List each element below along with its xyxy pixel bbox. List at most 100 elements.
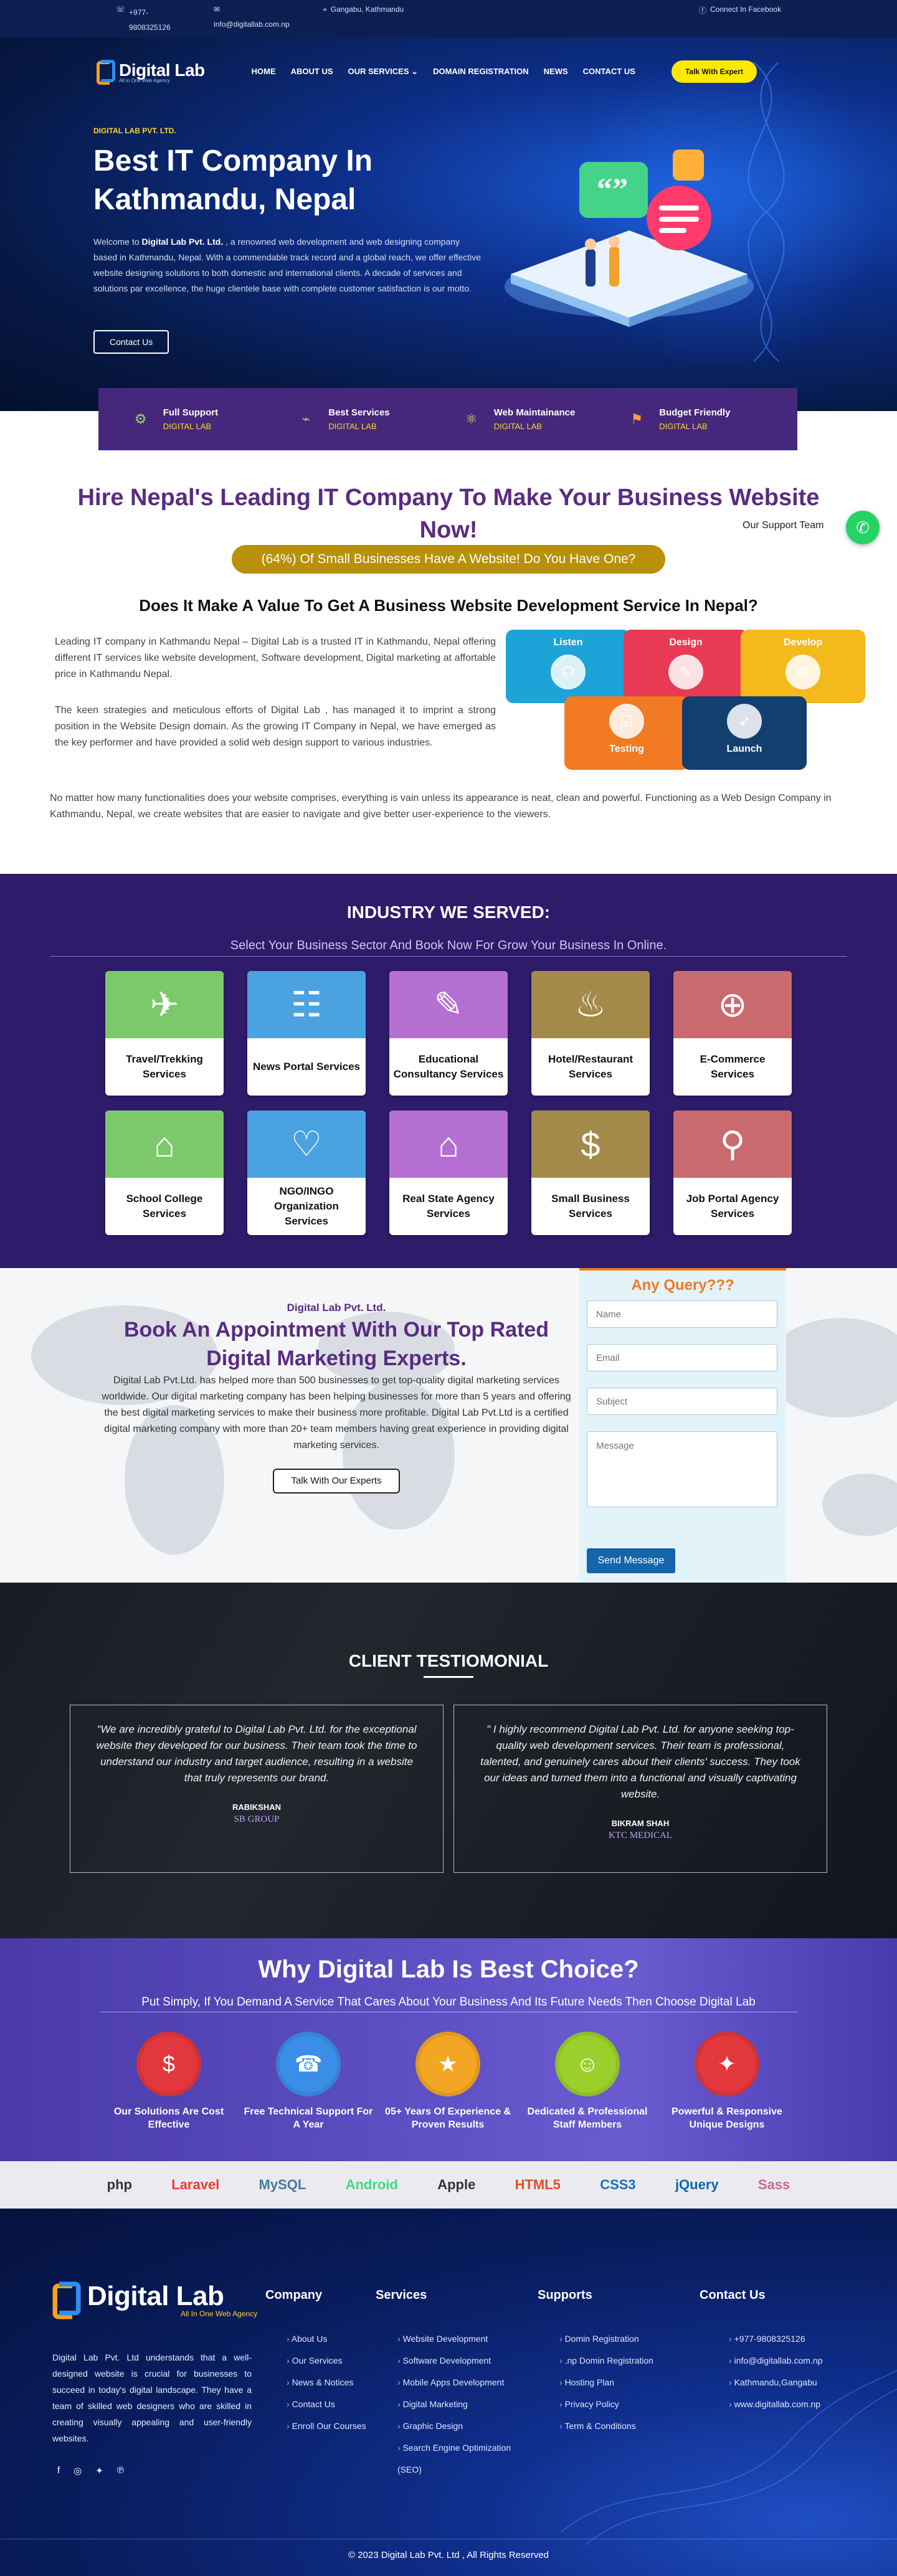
pinterest-icon[interactable]: ℗: [117, 2465, 124, 2476]
mysql-logo: MySQL: [259, 2177, 306, 2192]
footer-logo[interactable]: Digital Lab All In One Web Agency: [52, 2281, 257, 2319]
industry-card[interactable]: ⚲ Job Portal Agency Services: [673, 1110, 792, 1235]
nav-home[interactable]: HOME: [252, 67, 276, 77]
whatsapp-icon[interactable]: ✆: [846, 511, 880, 544]
footer-service-link[interactable]: Website Development: [397, 2328, 528, 2350]
footer-support-link[interactable]: Privacy Policy: [559, 2394, 696, 2415]
footer-company-link[interactable]: Our Services: [287, 2350, 368, 2372]
nav-menu: HOME ABOUT US OUR SERVICES ⌄ DOMAIN REGI…: [252, 67, 635, 77]
footer-service-link[interactable]: Digital Marketing: [397, 2394, 528, 2415]
industry-card[interactable]: ✈ Travel/Trekking Services: [105, 971, 224, 1096]
process-label: Design: [669, 637, 703, 648]
footer-contact-item[interactable]: +977-9808325126: [729, 2328, 866, 2350]
industry-card-label: Small Business Services: [551, 1193, 630, 1219]
nav-news[interactable]: NEWS: [544, 67, 568, 77]
instagram-icon[interactable]: ◎: [74, 2465, 82, 2476]
nav-services-label: OUR SERVICES: [348, 67, 409, 76]
footer-service-link[interactable]: Software Development: [397, 2350, 528, 2372]
process-design: Design ✎: [624, 630, 748, 703]
logo-text: Digital Lab: [119, 60, 205, 80]
nav-domain[interactable]: DOMAIN REGISTRATION: [433, 67, 529, 77]
send-message-button[interactable]: Send Message: [587, 1548, 675, 1573]
person-1: [586, 249, 596, 286]
hotel-icon: ♨: [531, 971, 650, 1038]
svg-text:“”: “”: [597, 171, 628, 206]
hero-desc-brand: Digital Lab Pvt. Ltd.: [141, 237, 224, 247]
hire-subtitle: Does It Make A Value To Get A Business W…: [139, 596, 758, 615]
why-subtitle: Put Simply, If You Demand A Service That…: [141, 1996, 756, 2009]
design-icon: ✎: [668, 655, 703, 689]
footer-service-link[interactable]: Search Engine Optimization (SEO): [397, 2437, 528, 2481]
name-field[interactable]: [587, 1300, 777, 1328]
support-icon: ⚙: [134, 411, 147, 427]
small-business-icon: $: [531, 1110, 650, 1178]
feature-web-maintenance: ⚛ Web Maintainance DIGITAL LAB: [459, 407, 602, 432]
talk-with-our-experts-button[interactable]: Talk With Our Experts: [273, 1469, 400, 1494]
footer-contact-item[interactable]: Kathmandu,Gangabu: [729, 2372, 866, 2394]
experience-icon: ★: [415, 2032, 480, 2096]
contact-us-button[interactable]: Contact Us: [93, 330, 169, 354]
footer-support-link[interactable]: Term & Conditions: [559, 2415, 696, 2437]
why-item-label: Dedicated & Professional Staff Members: [527, 2106, 648, 2130]
footer-service-link[interactable]: Graphic Design: [397, 2415, 528, 2437]
footer-company-heading: Company: [265, 2288, 323, 2302]
feature-budget-friendly: ⚑ Budget Friendly DIGITAL LAB: [624, 407, 767, 432]
footer-services-links: Website DevelopmentSoftware DevelopmentM…: [397, 2328, 528, 2481]
appointment-title: Book An Appointment With Our Top Rated D…: [123, 1318, 549, 1370]
industry-card[interactable]: ⌂ Real State Agency Services: [389, 1110, 508, 1235]
industry-card[interactable]: ⊕ E-Commerce Services: [673, 971, 792, 1096]
features-strip: ⚙ Full Support DIGITAL LAB ⌁ Best Service…: [98, 388, 797, 450]
process-develop: Develop ⚙: [741, 630, 865, 703]
nav-about[interactable]: ABOUT US: [291, 67, 333, 77]
process-label: Develop: [783, 637, 823, 648]
phone-icon: ☏: [116, 5, 126, 14]
industry-card-label: Job Portal Agency Services: [686, 1193, 779, 1219]
industry-card[interactable]: $ Small Business Services: [531, 1110, 650, 1235]
footer-company-link[interactable]: News & Notices: [287, 2372, 368, 2394]
industry-card[interactable]: ⌂ School College Services: [105, 1110, 224, 1235]
industry-card[interactable]: ☷ News Portal Services: [247, 971, 366, 1096]
testimonial-name: BIKRAM SHAH: [611, 1819, 670, 1828]
copyright: © 2023 Digital Lab Pvt. Ltd , All Rights…: [348, 2550, 549, 2560]
site-logo[interactable]: Digital Lab All in One Web Agency: [97, 60, 205, 85]
nav-contact[interactable]: CONTACT US: [583, 67, 635, 77]
feature-title: Best Services: [328, 407, 390, 418]
footer-contact-item[interactable]: www.digitallab.com.np: [729, 2394, 866, 2415]
launch-icon: ➶: [727, 704, 762, 739]
facebook-icon[interactable]: f: [57, 2465, 60, 2476]
support-team-label[interactable]: Our Support Team: [743, 520, 823, 531]
technology-logos: php Laravel MySQL Android Apple HTML5 CSS3 jQue…: [0, 2161, 897, 2209]
industry-card[interactable]: ✎ Educational Consultancy Services: [389, 971, 508, 1096]
hero-tag: DIGITAL LAB PVT. LTD.: [93, 126, 176, 135]
android-logo: Android: [345, 2177, 398, 2192]
maintenance-icon: ⚛: [465, 411, 478, 427]
listen-icon: ☊: [551, 655, 586, 689]
email-field[interactable]: [587, 1344, 777, 1371]
sass-logo: Sass: [757, 2177, 790, 2192]
footer-supports-links: Domin Registration.np Domin Registration…: [559, 2328, 696, 2437]
phone-number: +977-9808325126: [129, 8, 171, 32]
email-contact[interactable]: ✉ info@digitallab.com.np: [214, 5, 290, 29]
subject-field[interactable]: [587, 1388, 777, 1415]
why-item-label: Our Solutions Are Cost Effective: [113, 2106, 224, 2130]
industry-card-label: Real State Agency Services: [402, 1193, 495, 1219]
talk-with-expert-button[interactable]: Talk With Expert: [671, 60, 757, 83]
footer-company-link[interactable]: Contact Us: [287, 2394, 368, 2415]
footer-service-link[interactable]: Mobile Apps Development: [397, 2372, 528, 2394]
message-field[interactable]: [587, 1431, 777, 1507]
query-form: Any Query??? Send Message: [579, 1268, 786, 1583]
nav-services[interactable]: OUR SERVICES ⌄: [348, 67, 419, 77]
footer-contact-item[interactable]: info@digitallab.com.np: [729, 2350, 866, 2372]
industry-card[interactable]: ♨ Hotel/Restaurant Services: [531, 971, 650, 1096]
footer-support-link[interactable]: Domin Registration: [559, 2328, 696, 2350]
facebook-link[interactable]: ⓕ Connect In Facebook: [699, 5, 781, 16]
footer-company-link[interactable]: Enroll Our Courses: [287, 2415, 368, 2437]
twitter-icon[interactable]: ✦: [95, 2465, 103, 2476]
feature-sub: DIGITAL LAB: [163, 422, 212, 431]
footer-support-link[interactable]: .np Domin Registration: [559, 2350, 696, 2372]
phone-contact[interactable]: ☏ +977-9808325126: [116, 5, 173, 35]
industry-card[interactable]: ♡ NGO/INGO Organization Services: [247, 1110, 366, 1235]
thumbs-up: [673, 149, 704, 181]
footer-support-link[interactable]: Hosting Plan: [559, 2372, 696, 2394]
footer-company-link[interactable]: About Us: [287, 2328, 368, 2350]
